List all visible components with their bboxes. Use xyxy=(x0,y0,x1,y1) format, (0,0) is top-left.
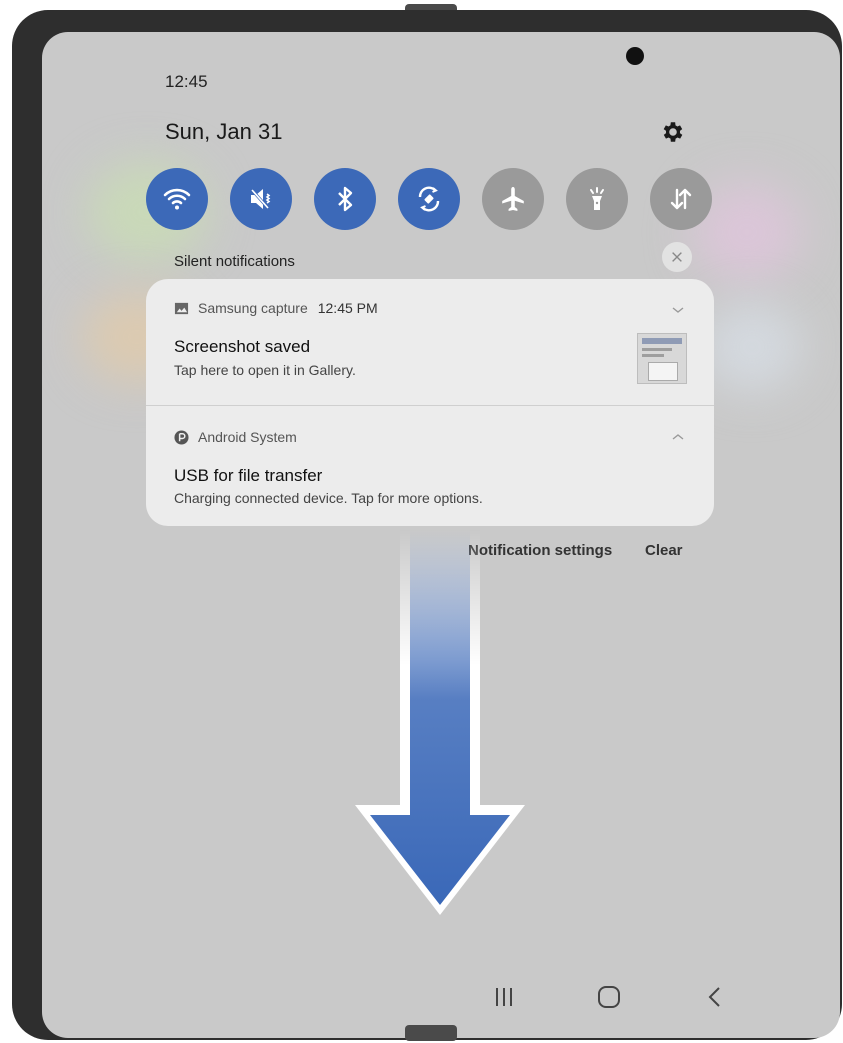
date-label: Sun, Jan 31 xyxy=(165,119,283,144)
thumbnail-line xyxy=(642,354,664,357)
chevron-up-icon[interactable] xyxy=(671,430,685,444)
divider xyxy=(146,405,714,406)
hinge-bottom xyxy=(405,1025,457,1041)
thumbnail-line xyxy=(642,348,672,351)
wifi-toggle[interactable] xyxy=(146,168,208,230)
auto-rotate-toggle[interactable] xyxy=(398,168,460,230)
back-icon[interactable] xyxy=(704,985,726,1009)
gear-icon[interactable] xyxy=(660,119,686,145)
app-name: Android System xyxy=(198,429,297,445)
flashlight-icon xyxy=(590,187,604,210)
sound-toggle[interactable] xyxy=(230,168,292,230)
front-camera xyxy=(626,47,644,65)
notification-text[interactable]: Tap here to open it in Gallery. xyxy=(174,362,356,378)
notification-header: Samsung capture 12:45 PM xyxy=(174,300,378,316)
notification-text[interactable]: Charging connected device. Tap for more … xyxy=(174,490,483,506)
android-system-icon xyxy=(174,429,189,445)
notification-title[interactable]: Screenshot saved xyxy=(174,337,310,357)
auto-rotate-icon xyxy=(418,186,440,212)
close-icon xyxy=(672,252,682,262)
bluetooth-icon xyxy=(338,186,353,212)
status-time: 12:45 xyxy=(165,72,208,91)
gallery-icon xyxy=(174,302,189,314)
screenshot-thumbnail[interactable] xyxy=(637,333,687,384)
blur-blob xyxy=(702,302,802,392)
app-name: Samsung capture xyxy=(198,300,308,316)
notification-title[interactable]: USB for file transfer xyxy=(174,466,322,486)
flashlight-toggle[interactable] xyxy=(566,168,628,230)
home-icon[interactable] xyxy=(596,985,622,1009)
airplane-mode-toggle[interactable] xyxy=(482,168,544,230)
thumbnail-box xyxy=(648,362,678,381)
thumbnail-bar xyxy=(642,338,682,344)
airplane-mode-icon xyxy=(502,187,524,211)
swipe-down-arrow-icon xyxy=(355,530,525,915)
chevron-down-icon[interactable] xyxy=(671,303,685,317)
mobile-data-toggle[interactable] xyxy=(650,168,712,230)
notification-header: Android System xyxy=(174,429,297,445)
clear-button[interactable]: Clear xyxy=(645,542,683,559)
bluetooth-toggle[interactable] xyxy=(314,168,376,230)
notification-time: 12:45 PM xyxy=(317,300,378,316)
section-label: Silent notifications xyxy=(174,253,295,270)
wifi-icon xyxy=(163,188,191,210)
mobile-data-icon xyxy=(670,188,692,210)
dismiss-silent-button[interactable] xyxy=(662,242,692,272)
notification-card xyxy=(146,279,714,526)
mute-icon xyxy=(250,189,271,209)
recent-apps-icon[interactable] xyxy=(492,985,516,1009)
